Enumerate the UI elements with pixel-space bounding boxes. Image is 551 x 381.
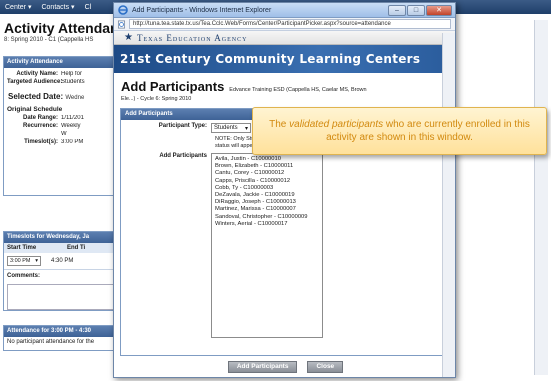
popup-cycle-info: Ele...) - Cycle 6: Spring 2010: [121, 96, 192, 102]
date-range-value: 1/11/201: [61, 115, 84, 121]
panel-header: Activity Attendance: [4, 57, 122, 68]
maximize-button[interactable]: □: [407, 4, 425, 16]
popup-heading: Add Participants Edvance Training ESD (C…: [114, 73, 455, 96]
popup-buttons: Add Participants Close: [114, 361, 455, 373]
list-item[interactable]: Winters, Aerial - C10000017: [215, 221, 319, 228]
tea-header: ★ Texas Education Agency: [114, 31, 455, 45]
date-range-label: Date Range:: [22, 115, 58, 121]
add-participants-label: Add Participants: [159, 153, 207, 159]
window-title: Add Participants - Windows Internet Expl…: [132, 6, 272, 14]
tutorial-callout: The validated participants who are curre…: [252, 107, 547, 155]
address-url[interactable]: http://tuna.tea.state.tx.us/Tea.Cclc.Web…: [129, 19, 451, 29]
callout-text: The validated participants who are curre…: [269, 119, 530, 143]
page-title: Activity Attendanc: [4, 20, 127, 36]
recurrence-value-2: W: [61, 131, 67, 137]
timeslots-header: Timeslots for Wednesday, Ja: [4, 232, 122, 243]
list-item[interactable]: Capps, Priscilla - C10000012: [215, 178, 319, 185]
list-item[interactable]: Brown, Elizabeth - C10000011: [215, 163, 319, 170]
page-scrollbar[interactable]: [534, 20, 548, 375]
close-button[interactable]: Close: [307, 361, 344, 373]
recurrence-value: Weekly: [61, 123, 81, 129]
list-item[interactable]: DeZavala, Jackie - C10000019: [215, 192, 319, 199]
attendance-message: No participant attendance for the: [7, 339, 95, 345]
attendance-for-panel: Attendance for 3:00 PM - 4:30 No partici…: [3, 325, 123, 351]
targeted-audience-value: Students: [61, 79, 85, 85]
list-item[interactable]: Avila, Justin - C10000010: [215, 156, 319, 163]
attendance-for-header: Attendance for 3:00 PM - 4:30: [4, 326, 122, 337]
page-subtitle: 8: Spring 2010 - C1 (Cappella HS: [4, 37, 94, 43]
list-item[interactable]: Cantu, Corey - C10000012: [215, 170, 319, 177]
activity-name-value: Help for: [61, 71, 83, 77]
address-bar: http://tuna.tea.state.tx.us/Tea.Cclc.Web…: [114, 18, 455, 31]
popup-scrollbar[interactable]: [442, 33, 455, 377]
start-time-header: Start Time: [7, 245, 37, 251]
selected-date-value: Wedne: [65, 95, 85, 101]
targeted-audience-label: Targeted Audience:: [7, 79, 63, 85]
program-banner: 21st Century Community Learning Centers: [114, 45, 455, 73]
page-icon: [117, 20, 126, 28]
nav-center[interactable]: Center ▾: [5, 3, 31, 11]
list-item[interactable]: DiRaggio, Joseph - C10000013: [215, 199, 319, 206]
participants-listbox[interactable]: Avila, Justin - C10000010 Brown, Elizabe…: [211, 153, 323, 338]
timeslots-panel: Timeslots for Wednesday, Ja Start Time E…: [3, 231, 123, 311]
timeslot-label: Timeslot(s):: [24, 139, 58, 145]
participant-type-label: Participant Type:: [158, 123, 207, 129]
star-icon: ★: [124, 32, 133, 43]
list-item[interactable]: Martinez, Marissa - C10000007: [215, 206, 319, 213]
nav-more[interactable]: Cl: [85, 4, 92, 11]
popup-center-info: Edvance Training ESD (Cappella HS, Caela…: [229, 87, 367, 93]
start-time-select[interactable]: 3:00 PM ▾: [7, 256, 41, 266]
popup-title: Add Participants: [121, 79, 225, 94]
nav-contacts[interactable]: Contacts ▾: [41, 3, 74, 11]
activity-name-label: Activity Name:: [16, 71, 58, 77]
end-time-value: 4:30 PM: [51, 258, 74, 264]
close-window-button[interactable]: ✕: [426, 4, 452, 16]
list-item[interactable]: Cobb, Ty - C10000003: [215, 185, 319, 192]
banner-text: 21st Century Community Learning Centers: [120, 52, 421, 66]
window-titlebar: Add Participants - Windows Internet Expl…: [114, 3, 455, 18]
ie-icon: [118, 5, 128, 15]
tea-name: Texas Education Agency: [136, 32, 248, 43]
minimize-button[interactable]: –: [388, 4, 406, 16]
timeslot-value: 3:00 PM: [61, 139, 84, 145]
activity-attendance-panel: Activity Attendance Activity Name: Help …: [3, 56, 123, 196]
chevron-down-icon: ▾: [35, 258, 38, 264]
chevron-down-icon: ▾: [244, 125, 248, 132]
recurrence-label: Recurrence:: [22, 123, 58, 129]
selected-date: Selected Date: Wedne: [4, 86, 122, 105]
comments-textarea[interactable]: [7, 284, 119, 310]
selected-date-label: Selected Date:: [8, 92, 64, 101]
participant-type-select[interactable]: Students ▾: [211, 123, 251, 133]
end-time-header: End Ti: [67, 245, 86, 251]
original-schedule-label: Original Schedule: [7, 106, 63, 113]
comments-label: Comments:: [4, 269, 122, 282]
add-participants-window: Add Participants - Windows Internet Expl…: [113, 2, 456, 378]
list-item[interactable]: Sandoval, Christopher - C10000009: [215, 214, 319, 221]
add-participants-button[interactable]: Add Participants: [227, 361, 298, 373]
callout-emphasis: validated participants: [289, 119, 384, 130]
